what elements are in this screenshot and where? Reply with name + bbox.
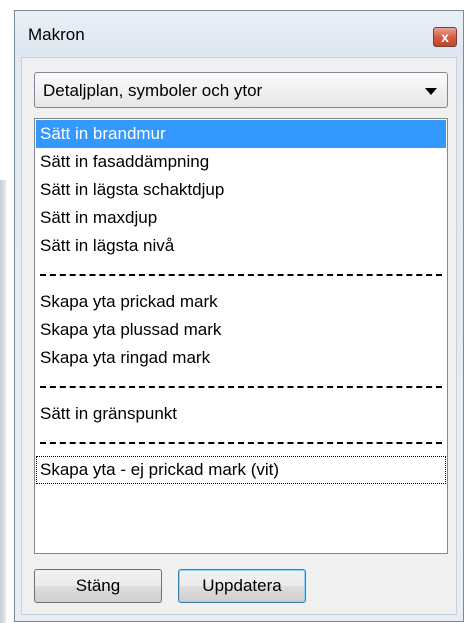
list-item[interactable]: Skapa yta ringad mark: [36, 344, 446, 372]
list-item[interactable]: Sätt in fasaddämpning: [36, 148, 446, 176]
macro-listbox[interactable]: Sätt in brandmur Sätt in fasaddämpning Sät…: [34, 118, 448, 554]
list-separator: [36, 372, 446, 400]
window-title: Makron: [28, 25, 85, 44]
list-item[interactable]: Sätt in lägsta schaktdjup: [36, 176, 446, 204]
close-window-button[interactable]: x: [433, 27, 457, 47]
title-bar: Makron x: [15, 11, 463, 57]
list-separator: [36, 260, 446, 288]
chevron-down-icon: [425, 88, 437, 95]
list-item[interactable]: Sätt in lägsta nivå: [36, 232, 446, 260]
list-item[interactable]: Skapa yta prickad mark: [36, 288, 446, 316]
category-dropdown[interactable]: Detaljplan, symboler och ytor: [34, 72, 448, 108]
update-button[interactable]: Uppdatera: [178, 569, 306, 603]
dropdown-selected-value: Detaljplan, symboler och ytor: [43, 81, 263, 100]
list-separator: [36, 428, 446, 456]
makron-dialog: Makron x Detaljplan, symboler och ytor S…: [14, 10, 464, 622]
dialog-body: Detaljplan, symboler och ytor Sätt in br…: [21, 57, 457, 615]
list-item[interactable]: Sätt in gränspunkt: [36, 400, 446, 428]
list-item[interactable]: Skapa yta - ej prickad mark (vit): [36, 456, 446, 484]
close-icon: x: [441, 29, 449, 45]
list-item[interactable]: Sätt in brandmur: [36, 120, 446, 148]
list-item[interactable]: Skapa yta plussad mark: [36, 316, 446, 344]
close-button[interactable]: Stäng: [34, 569, 162, 603]
list-item[interactable]: Sätt in maxdjup: [36, 204, 446, 232]
background-window-edge: [0, 180, 6, 623]
